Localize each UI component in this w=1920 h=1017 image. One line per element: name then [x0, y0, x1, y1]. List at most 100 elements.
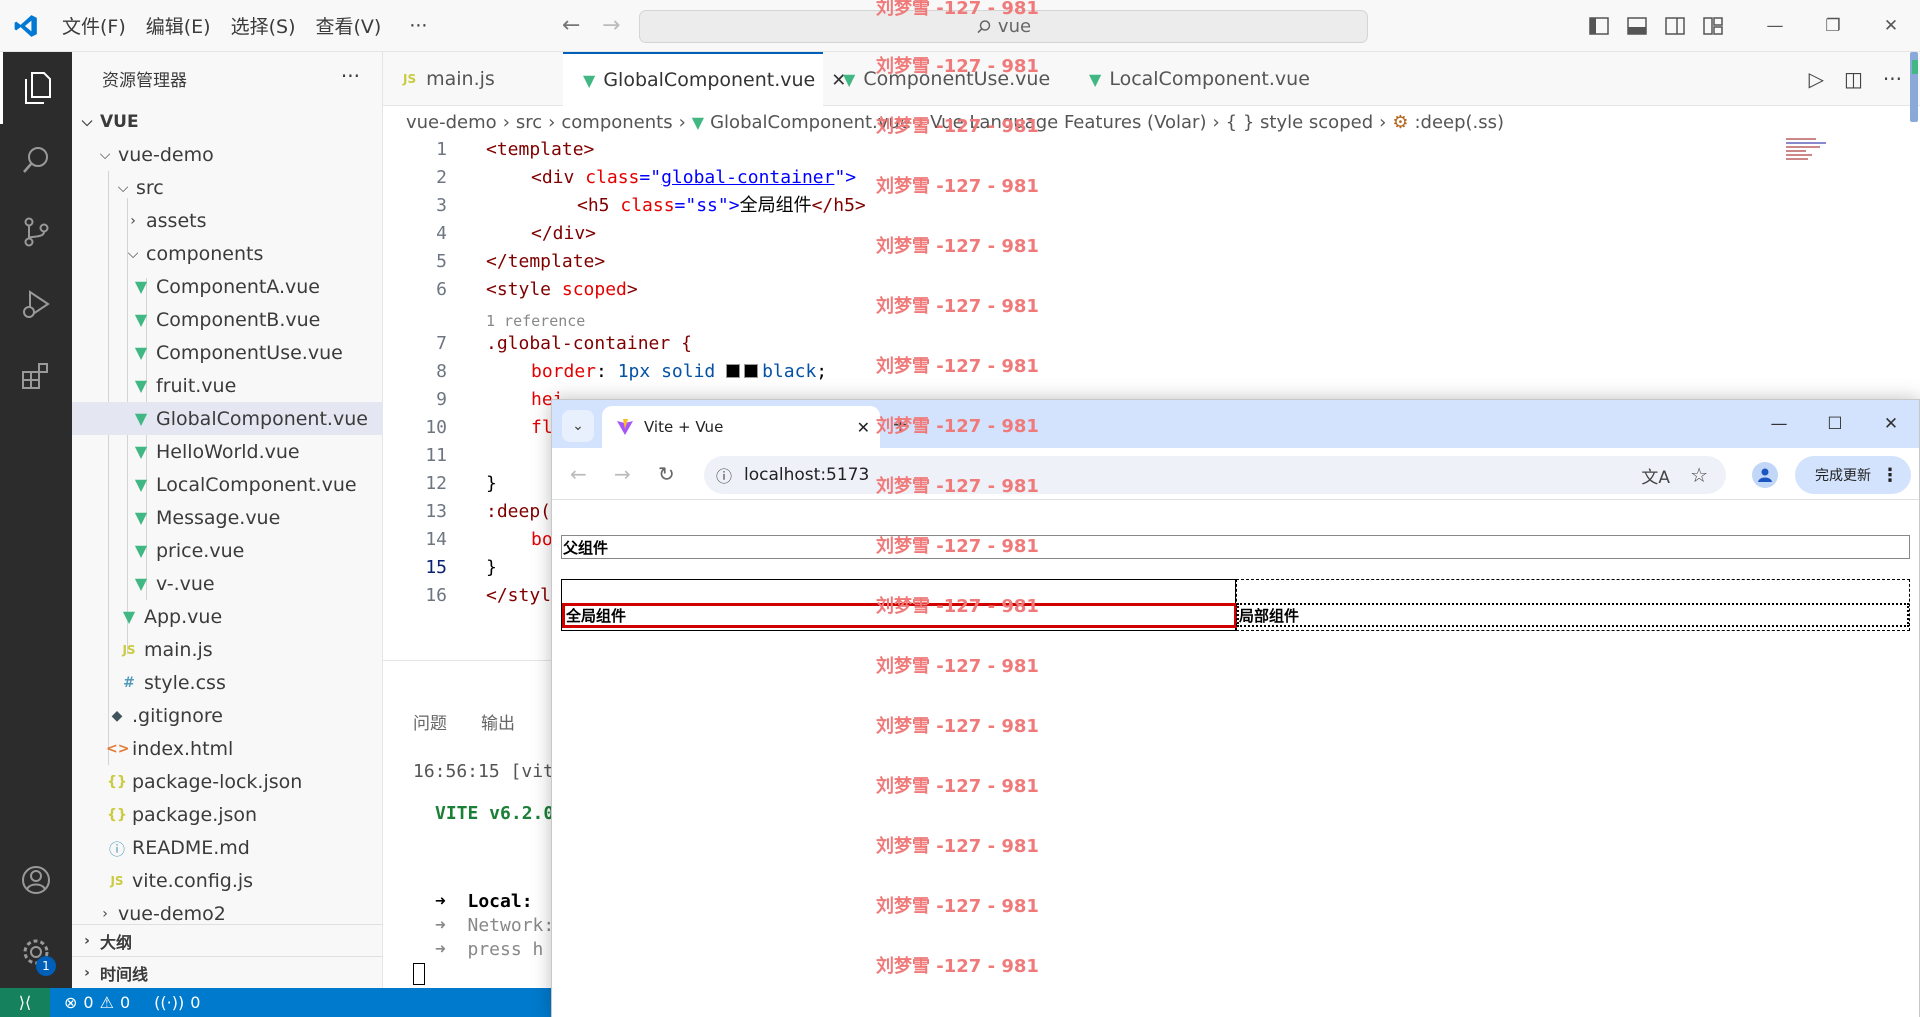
breadcrumb-item[interactable]: src	[516, 112, 542, 133]
toggle-panel-icon[interactable]	[1618, 0, 1656, 52]
search-view-icon[interactable]	[0, 124, 72, 196]
tree-folder-assets[interactable]: › assets	[72, 204, 383, 237]
site-info-icon[interactable]: ⓘ	[716, 463, 732, 487]
toggle-secondary-sidebar-icon[interactable]	[1656, 0, 1694, 52]
command-center-search[interactable]: vue	[639, 10, 1368, 43]
tree-file[interactable]: ▼ ComponentA.vue	[72, 270, 383, 303]
tab-component-use[interactable]: ▼ ComponentUse.vue	[823, 52, 1069, 106]
split-editor-icon[interactable]: ◫	[1844, 67, 1863, 91]
address-bar[interactable]: ⓘ localhost:5173 文A ☆	[704, 456, 1726, 494]
outline-section[interactable]: › 大纲	[72, 924, 383, 956]
tree-file[interactable]: JS main.js	[72, 633, 383, 666]
sidebar-more-button[interactable]: ···	[341, 64, 360, 88]
breadcrumb-item[interactable]: components	[561, 112, 672, 133]
warning-icon: ⚠	[99, 993, 114, 1012]
vue-file-icon: ▼	[134, 277, 148, 296]
more-actions-icon[interactable]: ···	[1883, 67, 1902, 91]
reload-icon[interactable]: ↻	[658, 462, 675, 486]
menu-more-button[interactable]: ···	[391, 15, 445, 37]
new-tab-icon[interactable]: +	[892, 412, 909, 436]
forward-arrow-icon[interactable]: →	[602, 13, 620, 38]
breadcrumb-item[interactable]: vue-demo	[406, 112, 497, 133]
close-window-icon[interactable]: ✕	[1862, 0, 1920, 52]
editor-actions: ▷ ◫ ···	[1809, 52, 1902, 106]
tree-file-selected[interactable]: ▼ GlobalComponent.vue	[72, 402, 383, 435]
tree-file[interactable]: ▼ ComponentUse.vue	[72, 336, 383, 369]
bookmark-star-icon[interactable]: ☆	[1690, 463, 1708, 487]
close-tab-icon[interactable]: ✕	[857, 418, 870, 437]
breadcrumb-item[interactable]: Vue Language Features (Volar)	[930, 112, 1206, 133]
tab-output[interactable]: 输出	[481, 709, 515, 734]
tree-file[interactable]: JS vite.config.js	[72, 864, 383, 897]
tab-search-dropdown-icon[interactable]: ⌄	[562, 410, 594, 442]
color-swatch-icon[interactable]	[726, 364, 741, 378]
tab-local-component[interactable]: ▼ LocalComponent.vue	[1069, 52, 1329, 106]
remote-icon[interactable]: ⟩⟨	[0, 988, 50, 1017]
browser-tab[interactable]: Vite + Vue ✕	[602, 406, 880, 448]
tree-file[interactable]: {} package-lock.json	[72, 765, 383, 798]
tree-file[interactable]: ▼ v-.vue	[72, 567, 383, 600]
accounts-icon[interactable]	[0, 844, 72, 916]
back-arrow-icon[interactable]: ←	[570, 462, 587, 486]
customize-layout-icon[interactable]	[1694, 0, 1732, 52]
update-button[interactable]: 完成更新 ⋮	[1795, 456, 1911, 494]
tree-folder-src[interactable]: ⌵ src	[72, 171, 383, 204]
chevron-down-icon: ⌵	[117, 179, 129, 196]
problems-status[interactable]: ⊗ 0 ⚠ 0	[64, 993, 130, 1012]
code-line: 3 <h5 class="ss">全局组件</h5>	[436, 195, 866, 216]
run-icon[interactable]: ▷	[1809, 67, 1824, 91]
close-window-icon[interactable]: ✕	[1863, 408, 1919, 440]
tree-file[interactable]: ◆ .gitignore	[72, 699, 383, 732]
tree-file[interactable]: ▼ Message.vue	[72, 501, 383, 534]
code-line: 1 <template>	[436, 139, 595, 160]
tab-main-js[interactable]: JS main.js	[383, 52, 563, 106]
editor-scrollbar[interactable]	[1906, 52, 1920, 124]
tab-problems[interactable]: 问题	[413, 709, 447, 734]
title-bar: 文件(F) 编辑(E) 选择(S) 查看(V) ··· ← → vue — ❐ …	[0, 0, 1920, 52]
tree-file[interactable]: {} package.json	[72, 798, 383, 831]
breadcrumb-item[interactable]: GlobalComponent.vue	[710, 112, 911, 133]
source-control-icon[interactable]	[0, 196, 72, 268]
tab-global-component[interactable]: ▼ GlobalComponent.vue ✕	[563, 52, 846, 106]
color-swatch-icon[interactable]	[744, 364, 759, 378]
tree-file[interactable]: ▼ fruit.vue	[72, 369, 383, 402]
page-content: 父组件 全局组件 局部组件	[552, 500, 1919, 1017]
tree-file[interactable]: ▼ ComponentB.vue	[72, 303, 383, 336]
profile-avatar[interactable]	[1752, 462, 1778, 488]
tree-folder-vue-demo[interactable]: ⌵ vue-demo	[72, 138, 383, 171]
manage-gear-icon[interactable]: 1	[0, 916, 72, 988]
minimap[interactable]	[1786, 136, 1836, 176]
tree-file[interactable]: ▼ App.vue	[72, 600, 383, 633]
codelens-references[interactable]: 1 reference	[486, 312, 585, 330]
breadcrumb-item[interactable]: :deep(.ss)	[1414, 112, 1504, 133]
restore-window-icon[interactable]: ❐	[1804, 0, 1862, 52]
tree-file[interactable]: <> index.html	[72, 732, 383, 765]
menu-edit[interactable]: 编辑(E)	[136, 12, 221, 39]
maximize-window-icon[interactable]: ☐	[1807, 408, 1863, 440]
toggle-primary-sidebar-icon[interactable]	[1580, 0, 1618, 52]
tree-root-vue[interactable]: ⌵ VUE	[72, 105, 383, 138]
explorer-icon[interactable]	[0, 52, 72, 124]
back-arrow-icon[interactable]: ←	[562, 13, 580, 38]
editor-tabs: JS main.js ▼ GlobalComponent.vue ✕ ▼ Com…	[383, 52, 1920, 106]
tree-folder-components[interactable]: ⌵ components	[72, 237, 383, 270]
timeline-section[interactable]: › 时间线	[72, 956, 383, 988]
tree-file[interactable]: ▼ HelloWorld.vue	[72, 435, 383, 468]
vue-file-icon: ▼	[134, 409, 148, 428]
minimize-window-icon[interactable]: —	[1751, 408, 1807, 440]
menu-selection[interactable]: 选择(S)	[221, 12, 306, 39]
tree-file[interactable]: ▼ LocalComponent.vue	[72, 468, 383, 501]
menu-file[interactable]: 文件(F)	[52, 12, 136, 39]
menu-view[interactable]: 查看(V)	[306, 12, 392, 39]
tree-file[interactable]: ▼ price.vue	[72, 534, 383, 567]
ports-status[interactable]: ((·)) 0	[154, 993, 200, 1012]
breadcrumb-item[interactable]: { } style scoped	[1226, 112, 1373, 133]
global-component-box: 全局组件	[562, 603, 1237, 628]
extensions-icon[interactable]	[0, 340, 72, 412]
tree-file[interactable]: ⓘ README.md	[72, 831, 383, 864]
minimize-window-icon[interactable]: —	[1746, 0, 1804, 52]
run-debug-icon[interactable]	[0, 268, 72, 340]
translate-icon[interactable]: 文A	[1641, 463, 1670, 488]
forward-arrow-icon[interactable]: →	[614, 462, 631, 486]
tree-file[interactable]: # style.css	[72, 666, 383, 699]
